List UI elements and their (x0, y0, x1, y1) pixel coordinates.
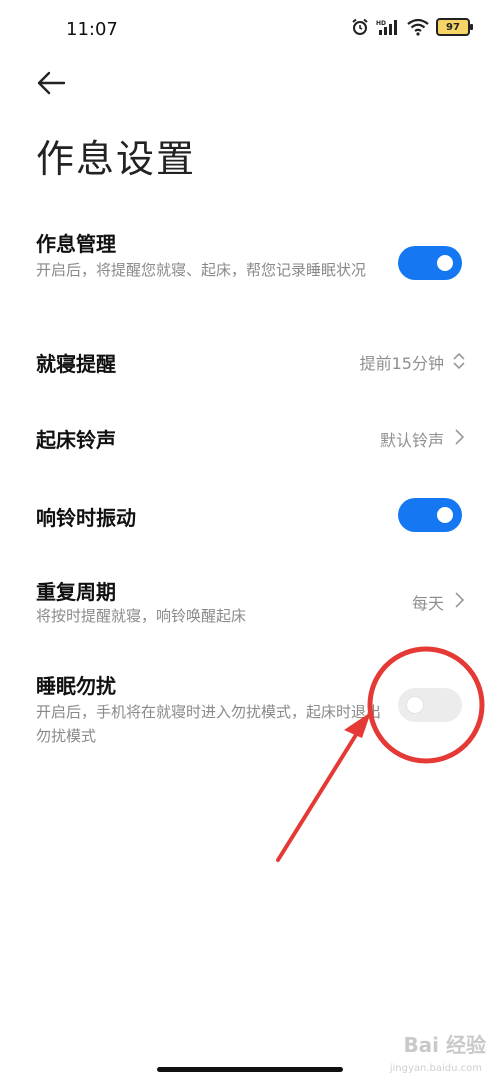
svg-text:HD: HD (376, 20, 386, 27)
sleep-dnd-toggle[interactable] (398, 688, 462, 722)
status-bar: 11:07 HD 97 (0, 0, 500, 60)
toggle-knob (437, 507, 453, 523)
page-title: 作息设置 (36, 137, 197, 181)
setting-title: 睡眠勿扰 (36, 674, 116, 698)
setting-title: 起床铃声 (36, 428, 116, 452)
baidu-watermark: Bai 经验 (403, 1033, 486, 1057)
setting-sleep-dnd[interactable]: 睡眠勿扰 开启后，手机将在就寝时进入勿扰模式，起床时退出勿扰模式 (0, 670, 500, 750)
setting-description: 将按时提醒就寝，响铃唤醒起床 (36, 607, 247, 625)
vibrate-toggle[interactable] (398, 498, 462, 532)
bedtime-value: 提前15分钟 (359, 354, 444, 373)
battery-level: 97 (446, 21, 460, 33)
setting-repeat-cycle[interactable]: 重复周期 将按时提醒就寝，响铃唤醒起床 每天 (0, 576, 500, 632)
alarm-icon (352, 18, 368, 35)
setting-title: 重复周期 (36, 580, 116, 604)
status-icons: HD 97 (351, 18, 473, 36)
setting-routine-management[interactable]: 作息管理 开启后，将提醒您就寝、起床，帮您记录睡眠状况 (0, 226, 500, 306)
up-down-chevron-icon (453, 352, 465, 370)
setting-title: 响铃时振动 (36, 506, 136, 530)
hd-signal-icon: HD (376, 20, 397, 35)
toggle-knob (437, 255, 453, 271)
setting-description: 开启后，将提醒您就寝、起床，帮您记录睡眠状况 (36, 261, 367, 279)
ringtone-value: 默认铃声 (379, 431, 444, 450)
baidu-watermark-url: jingyan.baidu.com (389, 1063, 482, 1074)
repeat-value: 每天 (411, 594, 444, 613)
home-indicator[interactable] (157, 1067, 343, 1072)
setting-title: 就寝提醒 (36, 352, 116, 376)
setting-title: 作息管理 (36, 232, 116, 256)
status-time: 11:07 (66, 19, 118, 40)
back-arrow-icon[interactable] (34, 66, 68, 100)
battery-icon: 97 (436, 18, 473, 36)
setting-bedtime-reminder[interactable]: 就寝提醒 提前15分钟 (0, 346, 500, 380)
setting-wake-ringtone[interactable]: 起床铃声 默认铃声 (0, 424, 500, 458)
wifi-icon (407, 18, 429, 36)
chevron-right-icon (455, 592, 465, 608)
routine-toggle[interactable] (398, 246, 462, 280)
toggle-knob (407, 697, 423, 713)
chevron-right-icon (455, 429, 465, 445)
setting-description: 开启后，手机将在就寝时进入勿扰模式，起床时退出勿扰模式 (36, 703, 382, 745)
setting-vibrate-on-ring[interactable]: 响铃时振动 (0, 498, 500, 534)
